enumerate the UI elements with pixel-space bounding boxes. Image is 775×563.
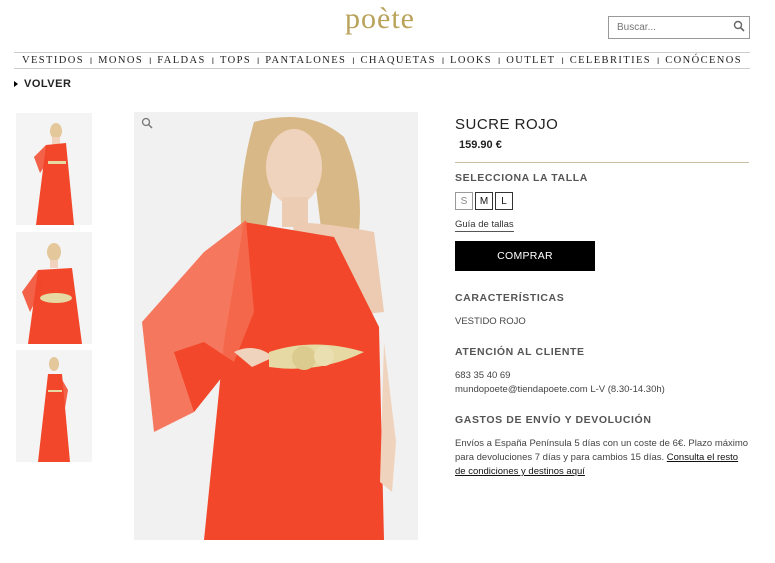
arrow-right-icon [14, 81, 18, 87]
nav-item-celebrities[interactable]: CELEBRITIES [570, 55, 651, 66]
support-email-hours: mundopoete@tiendapoete.com L-V (8.30-14.… [455, 384, 665, 395]
size-option-m[interactable]: M [475, 192, 493, 210]
nav-item-outlet[interactable]: OUTLET [506, 55, 555, 66]
product-thumbnail-1[interactable] [16, 113, 92, 225]
dress-photo [134, 112, 418, 540]
search-input[interactable] [617, 22, 727, 33]
size-section-title: SELECCIONA LA TALLA [455, 172, 588, 184]
product-thumbnail-2[interactable] [16, 232, 92, 344]
size-guide-link[interactable]: Guía de tallas [455, 219, 514, 232]
nav-item-conocenos[interactable]: CONÓCENOS [665, 55, 742, 66]
dress-photo [16, 350, 92, 462]
nav-item-chaquetas[interactable]: CHAQUETAS [361, 55, 436, 66]
brand-logo[interactable]: poète [340, 2, 420, 36]
search-box[interactable] [608, 16, 750, 39]
nav-item-looks[interactable]: LOOKS [450, 55, 492, 66]
buy-button[interactable]: COMPRAR [455, 241, 595, 271]
size-option-l[interactable]: L [495, 192, 513, 210]
back-link[interactable]: VOLVER [14, 78, 71, 90]
nav-item-tops[interactable]: TOPS [220, 55, 251, 66]
product-main-image[interactable] [134, 112, 418, 540]
nav-separator: I [256, 55, 260, 66]
support-title: ATENCIÓN AL CLIENTE [455, 346, 585, 358]
size-selector: S M L [455, 192, 749, 210]
support-phone: 683 35 40 69 [455, 370, 511, 381]
nav-separator: I [148, 55, 152, 66]
size-option-s[interactable]: S [455, 192, 473, 210]
product-price: 159.90 € [459, 139, 502, 151]
features-title: CARACTERÍSTICAS [455, 292, 565, 304]
main-nav: VESTIDOS I MONOS I FALDAS I TOPS I PANTA… [14, 52, 750, 69]
features-text: VESTIDO ROJO [455, 316, 526, 327]
product-title: SUCRE ROJO [455, 116, 559, 133]
nav-separator: I [211, 55, 215, 66]
nav-item-faldas[interactable]: FALDAS [157, 55, 205, 66]
shipping-title: GASTOS DE ENVÍO Y DEVOLUCIÓN [455, 414, 652, 426]
nav-separator: I [89, 55, 93, 66]
nav-separator: I [352, 55, 355, 66]
nav-item-monos[interactable]: MONOS [98, 55, 143, 66]
nav-separator: I [561, 55, 564, 66]
nav-separator: I [497, 55, 501, 66]
back-label: VOLVER [24, 78, 72, 90]
search-icon[interactable] [733, 20, 745, 32]
dress-photo [16, 113, 92, 225]
product-info: SUCRE ROJO 159.90 € SELECCIONA LA TALLA … [455, 116, 749, 479]
nav-separator: I [656, 55, 660, 66]
nav-item-pantalones[interactable]: PANTALONES [265, 55, 346, 66]
dress-photo [16, 232, 92, 344]
nav-item-vestidos[interactable]: VESTIDOS [22, 55, 84, 66]
nav-separator: I [441, 55, 445, 66]
product-thumbnail-3[interactable] [16, 350, 92, 462]
magnifier-icon[interactable] [141, 117, 153, 129]
shipping-text: Envíos a España Península 5 días con un … [455, 437, 749, 479]
divider [455, 162, 749, 163]
